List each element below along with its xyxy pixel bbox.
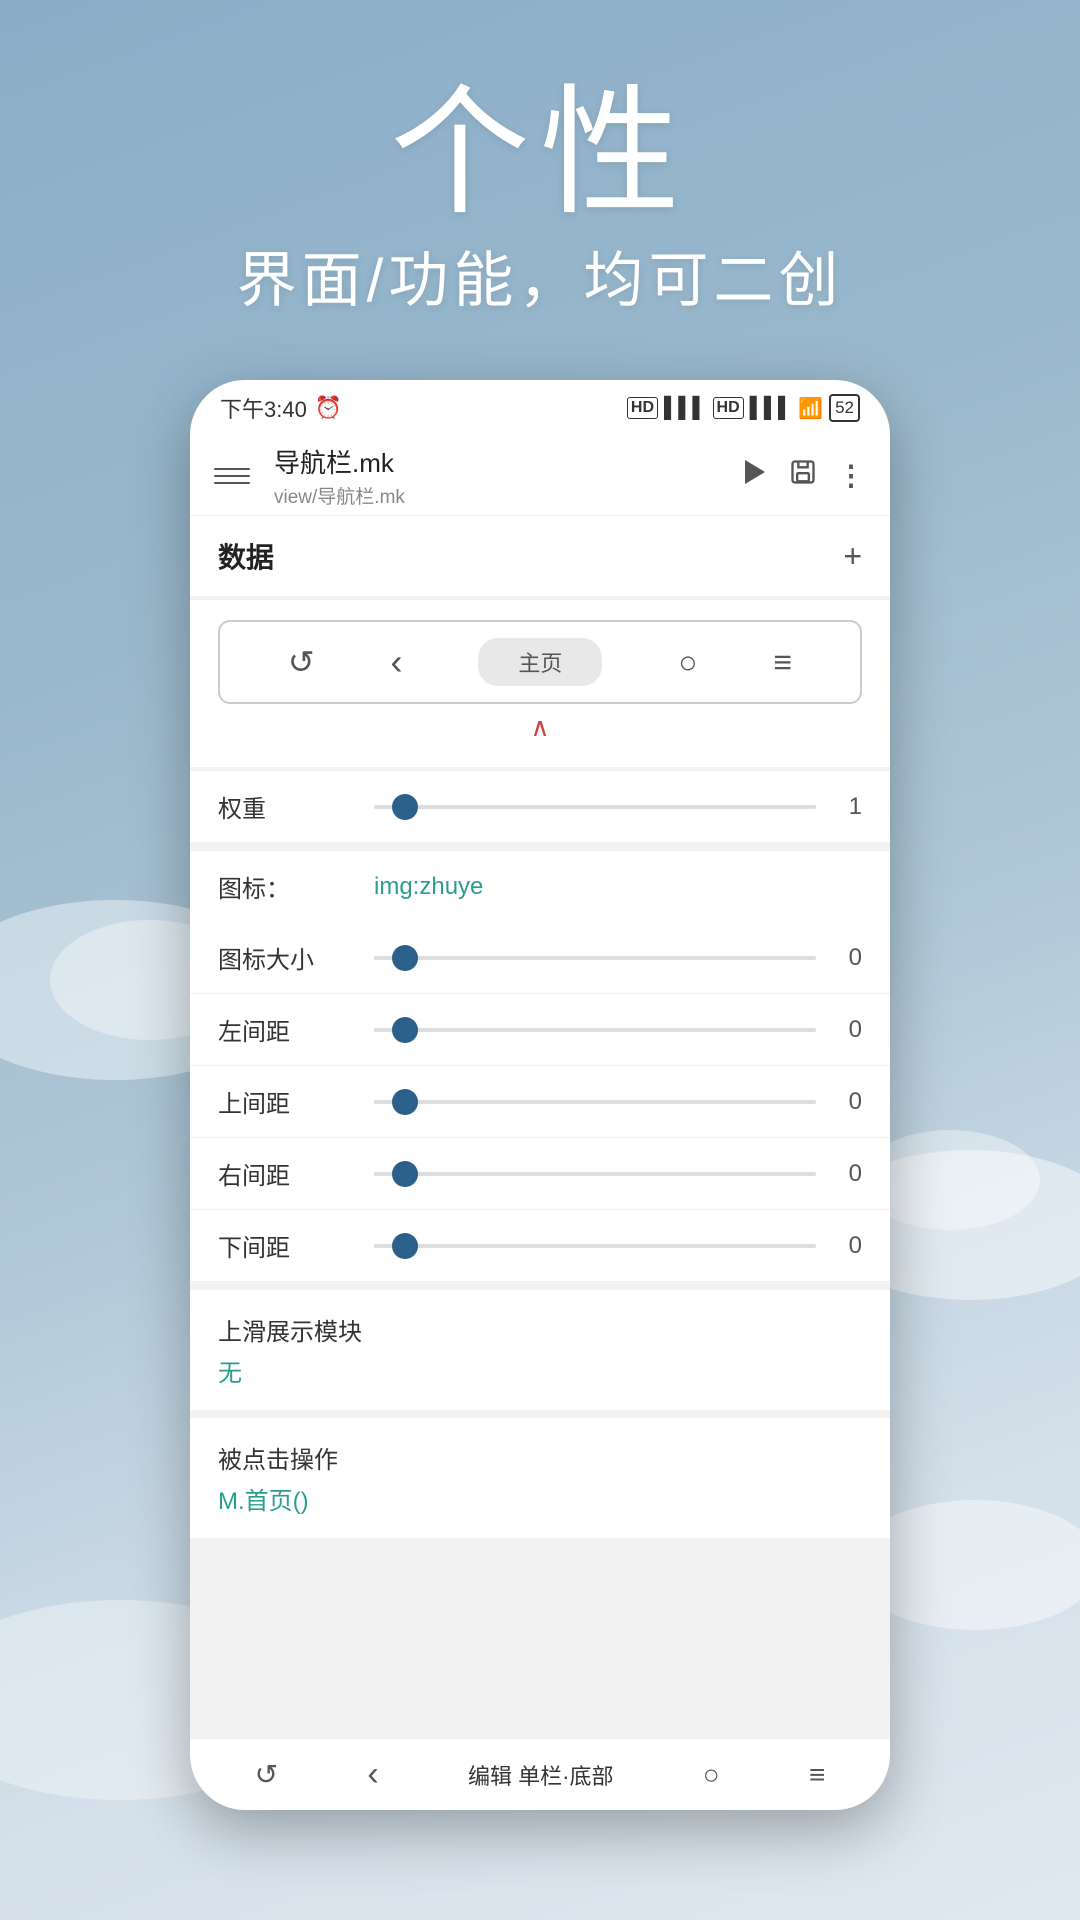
file-title: 导航栏.mk — [274, 443, 729, 480]
weight-value: 1 — [832, 793, 862, 821]
top-margin-row: 上间距 0 — [190, 1066, 890, 1138]
right-margin-track — [374, 1172, 816, 1176]
play-button[interactable] — [745, 460, 769, 491]
icon-value[interactable]: img:zhuye — [374, 873, 483, 901]
weight-label: 权重 — [218, 789, 358, 824]
data-section-header: 数据 + — [190, 516, 890, 596]
bottom-margin-value: 0 — [832, 1232, 862, 1260]
more-options-button[interactable]: ⋮ — [837, 459, 866, 492]
nav-menu-icon[interactable]: ≡ — [773, 644, 792, 681]
section-divider-2 — [190, 1282, 890, 1290]
weight-track — [374, 805, 816, 809]
phone-frame: 下午3:40 ⏰ HD ▌▌▌ HD ▌▌▌ 📶 52 导航栏.mk view/… — [190, 380, 890, 1810]
icon-label: 图标： — [218, 869, 358, 904]
status-icons-area: HD ▌▌▌ HD ▌▌▌ 📶 52 — [627, 394, 860, 422]
status-time-area: 下午3:40 ⏰ — [220, 392, 342, 424]
section-divider-3 — [190, 1410, 890, 1418]
click-action-value[interactable]: M.首页() — [218, 1481, 862, 1516]
right-margin-row: 右间距 0 — [190, 1138, 890, 1210]
file-path: view/导航栏.mk — [274, 482, 729, 509]
signal-bars-1: ▌▌▌ — [664, 397, 707, 420]
right-margin-value: 0 — [832, 1160, 862, 1188]
slide-module-label: 上滑展示模块 — [218, 1312, 862, 1353]
top-margin-label: 上间距 — [218, 1084, 358, 1119]
bottom-margin-row: 下间距 0 — [190, 1210, 890, 1282]
hamburger-menu-button[interactable] — [214, 468, 250, 484]
top-margin-value: 0 — [832, 1088, 862, 1116]
bottom-navigation: ↺ ‹ 编辑 单栏·底部 ○ ≡ — [190, 1738, 890, 1810]
icon-size-value: 0 — [832, 944, 862, 972]
properties-area: 权重 1 图标： img:zhuye 图标大小 0 — [190, 771, 890, 1538]
battery-level: 52 — [835, 398, 854, 417]
click-action-section: 被点击操作 M.首页() — [190, 1418, 890, 1538]
wifi-icon: 📶 — [798, 396, 823, 421]
click-action-label: 被点击操作 — [218, 1440, 862, 1481]
signal-hd-1: HD — [627, 397, 658, 419]
left-margin-label: 左间距 — [218, 1012, 358, 1047]
nav-reload-icon[interactable]: ↺ — [288, 643, 315, 681]
main-title: 个性 — [0, 40, 1080, 242]
signal-bars-2: ▌▌▌ — [750, 397, 793, 420]
left-margin-row: 左间距 0 — [190, 994, 890, 1066]
data-section-title: 数据 — [218, 536, 274, 576]
left-margin-track — [374, 1028, 816, 1032]
nav-back-icon[interactable]: ‹ — [391, 641, 403, 683]
top-margin-slider[interactable] — [374, 1100, 816, 1104]
signal-hd-2: HD — [713, 397, 744, 419]
bottom-nav-circle-icon[interactable]: ○ — [703, 1759, 720, 1791]
bottom-nav-back-icon[interactable]: ‹ — [367, 1755, 378, 1794]
right-margin-slider[interactable] — [374, 1172, 816, 1176]
bottom-margin-slider[interactable] — [374, 1244, 816, 1248]
app-header: 导航栏.mk view/导航栏.mk ⋮ — [190, 436, 890, 516]
icon-size-track — [374, 956, 816, 960]
top-margin-thumb[interactable] — [392, 1089, 418, 1115]
add-data-button[interactable]: + — [843, 540, 862, 572]
section-divider-1 — [190, 843, 890, 851]
icon-size-label: 图标大小 — [218, 940, 358, 975]
battery-indicator: 52 — [829, 394, 860, 422]
nav-bar-mock: ↺ ‹ 主页 ○ ≡ — [218, 620, 862, 704]
nav-circle-icon[interactable]: ○ — [678, 644, 697, 681]
sub-title: 界面/功能，均可二创 — [0, 232, 1080, 319]
icon-size-slider[interactable] — [374, 956, 816, 960]
right-margin-label: 右间距 — [218, 1156, 358, 1191]
weight-row: 权重 1 — [190, 771, 890, 843]
left-margin-value: 0 — [832, 1016, 862, 1044]
bottom-margin-track — [374, 1244, 816, 1248]
bottom-margin-thumb[interactable] — [392, 1233, 418, 1259]
main-content: 数据 + ↺ ‹ 主页 ○ ≡ ∧ 权重 — [190, 516, 890, 1738]
collapse-arrow[interactable]: ∧ — [218, 704, 862, 747]
icon-row: 图标： img:zhuye — [190, 851, 890, 922]
top-text-area: 个性 界面/功能，均可二创 — [0, 40, 1080, 319]
weight-thumb[interactable] — [392, 794, 418, 820]
chevron-up-icon: ∧ — [530, 712, 549, 742]
left-margin-thumb[interactable] — [392, 1017, 418, 1043]
right-margin-thumb[interactable] — [392, 1161, 418, 1187]
icon-size-row: 图标大小 0 — [190, 922, 890, 994]
nav-preview-section: ↺ ‹ 主页 ○ ≡ ∧ — [190, 600, 890, 767]
status-bar: 下午3:40 ⏰ HD ▌▌▌ HD ▌▌▌ 📶 52 — [190, 380, 890, 436]
icon-size-thumb[interactable] — [392, 945, 418, 971]
bottom-nav-menu-icon[interactable]: ≡ — [809, 1759, 825, 1791]
header-title-area: 导航栏.mk view/导航栏.mk — [274, 443, 729, 509]
left-margin-slider[interactable] — [374, 1028, 816, 1032]
bottom-nav-label: 编辑 单栏·底部 — [468, 1759, 613, 1791]
save-button[interactable] — [789, 458, 817, 493]
alarm-icon: ⏰ — [315, 395, 342, 421]
bottom-margin-label: 下间距 — [218, 1228, 358, 1263]
header-actions-area: ⋮ — [745, 458, 866, 493]
nav-home-button[interactable]: 主页 — [478, 638, 602, 686]
slide-module-value[interactable]: 无 — [218, 1353, 862, 1388]
slide-module-section: 上滑展示模块 无 — [190, 1290, 890, 1410]
time-display: 下午3:40 — [220, 392, 307, 424]
weight-slider[interactable] — [374, 805, 816, 809]
top-margin-track — [374, 1100, 816, 1104]
bottom-nav-reload-icon[interactable]: ↺ — [255, 1758, 278, 1791]
